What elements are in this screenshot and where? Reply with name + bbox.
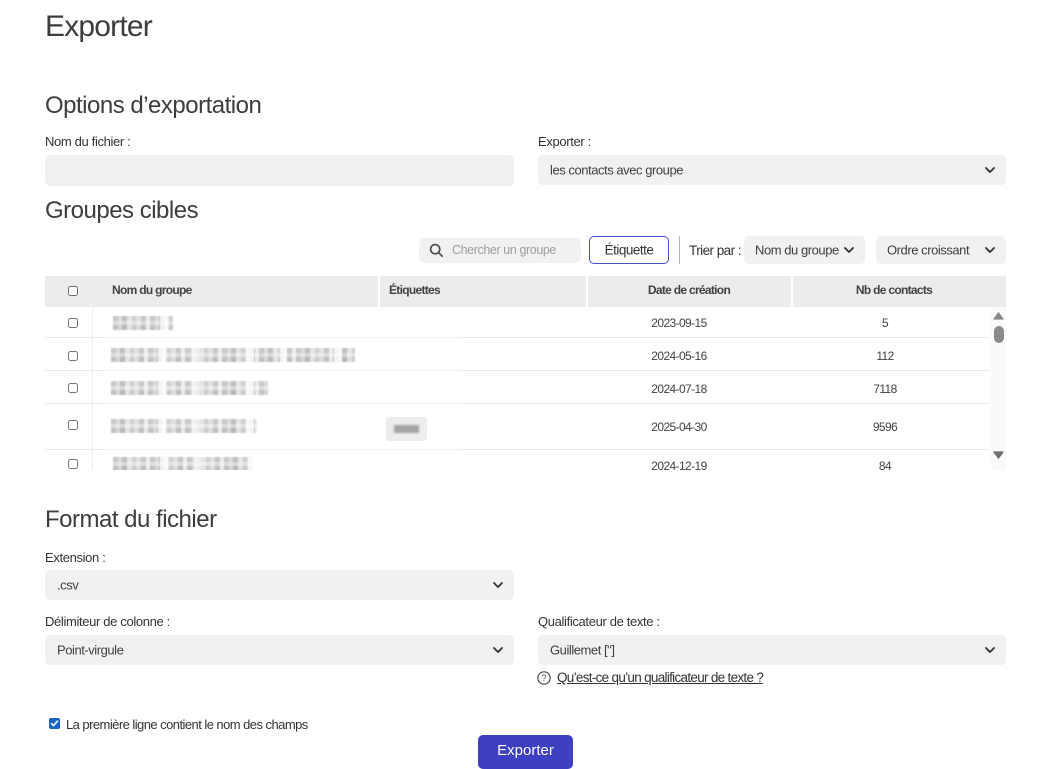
svg-text:?: ?	[541, 673, 546, 684]
